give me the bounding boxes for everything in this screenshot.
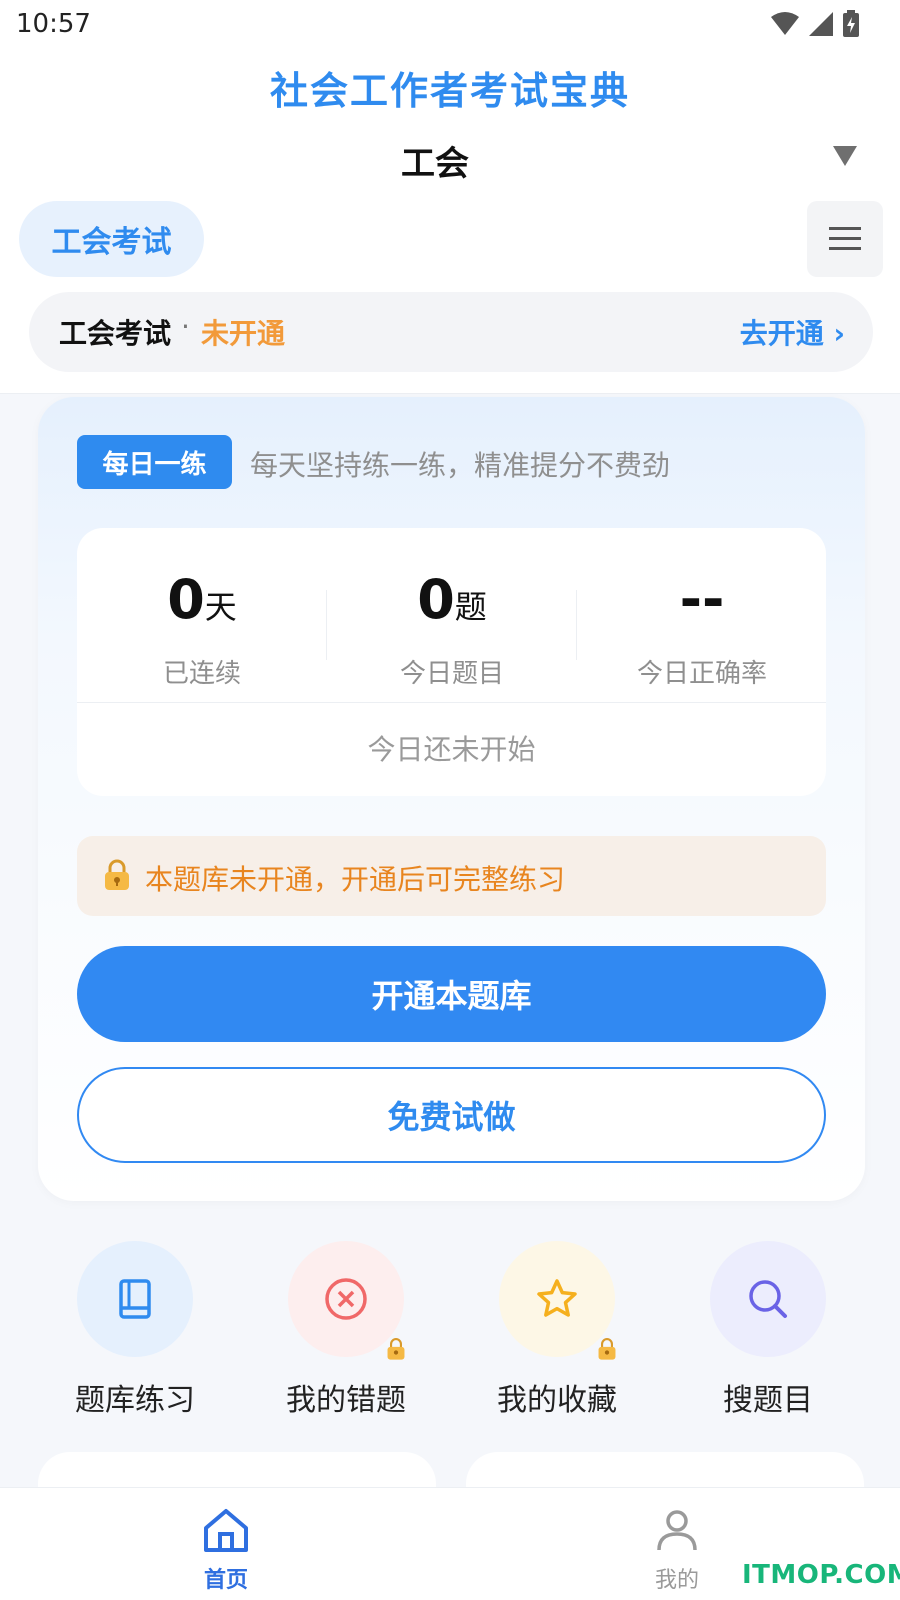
- stat-label: 今日题目: [399, 659, 504, 689]
- lock-icon: [598, 1338, 616, 1360]
- today-status-text: 今日还未开始: [367, 733, 536, 766]
- book-icon: [119, 1279, 151, 1319]
- stats-divider: [77, 702, 826, 703]
- lock-icon: [105, 859, 129, 890]
- open-status-banner[interactable]: 工会考试 · 未开通 去开通 ›: [29, 292, 873, 372]
- quick-action-wrong-questions[interactable]: 我的错题: [261, 1241, 431, 1419]
- signal-icon: [809, 12, 833, 36]
- stat-value: --: [679, 568, 725, 631]
- lock-notice-text: 本题库未开通，开通后可完整练习: [145, 863, 566, 896]
- quick-action-search-questions[interactable]: 搜题目: [683, 1241, 853, 1419]
- search-icon: [749, 1280, 787, 1318]
- stat-today-questions: 0题 今日题目: [327, 568, 577, 690]
- menu-button[interactable]: [807, 201, 883, 277]
- dropdown-arrow-icon[interactable]: [833, 146, 857, 166]
- battery-icon: [843, 10, 859, 37]
- exam-name: 工会考试: [59, 317, 172, 350]
- quick-action-question-bank[interactable]: 题库练习: [50, 1241, 220, 1419]
- stat-label: 已连续: [162, 659, 241, 689]
- stat-unit: 题: [454, 588, 487, 626]
- category-selector[interactable]: 工会: [0, 136, 870, 185]
- nav-home[interactable]: 首页: [166, 1506, 286, 1594]
- nav-mine[interactable]: 我的: [617, 1506, 737, 1594]
- error-circle-icon: [325, 1278, 367, 1320]
- quick-action-label: 搜题目: [723, 1383, 813, 1418]
- quick-action-label: 我的收藏: [497, 1383, 617, 1418]
- status-bar: 10:57: [0, 0, 900, 52]
- go-open-link[interactable]: 去开通 ›: [740, 312, 845, 352]
- open-question-bank-button[interactable]: 开通本题库: [77, 946, 826, 1042]
- free-trial-button[interactable]: 免费试做: [77, 1067, 826, 1163]
- stat-value: 0: [417, 568, 455, 631]
- quick-action-favorites[interactable]: 我的收藏: [472, 1241, 642, 1419]
- wifi-icon: [771, 12, 799, 35]
- stat-label: 今日正确率: [636, 659, 767, 689]
- open-status-text: 未开通: [201, 317, 286, 350]
- quick-action-label: 我的错题: [286, 1383, 406, 1418]
- user-icon: [657, 1510, 697, 1551]
- app-title: 社会工作者考试宝典: [269, 69, 630, 113]
- home-icon: [204, 1509, 248, 1552]
- stat-unit: 天: [204, 588, 237, 626]
- nav-label: 我的: [654, 1568, 699, 1593]
- stat-accuracy: -- 今日正确率: [577, 568, 827, 690]
- hamburger-menu-icon: [829, 227, 861, 250]
- lock-notice: 本题库未开通，开通后可完整练习: [77, 836, 826, 916]
- status-icons: [770, 10, 860, 38]
- stat-streak: 0天 已连续: [77, 568, 327, 690]
- stats-card: 0天 已连续 0题 今日题目 -- 今日正确率 今日还未开始: [77, 528, 826, 796]
- watermark: ITMOP.COM: [742, 1560, 900, 1590]
- daily-slogan: 每天坚持练一练，精准提分不费劲: [250, 449, 671, 482]
- stat-value: 0: [167, 568, 205, 631]
- tab-union-exam[interactable]: 工会考试: [19, 201, 204, 277]
- lock-icon: [387, 1338, 405, 1360]
- daily-practice-badge: 每日一练: [77, 435, 232, 489]
- quick-action-label: 题库练习: [75, 1383, 195, 1418]
- header-divider: [0, 393, 900, 394]
- status-time: 10:57: [16, 9, 91, 39]
- nav-label: 首页: [203, 1568, 248, 1593]
- star-icon: [537, 1279, 577, 1317]
- separator-dot: ·: [181, 310, 190, 343]
